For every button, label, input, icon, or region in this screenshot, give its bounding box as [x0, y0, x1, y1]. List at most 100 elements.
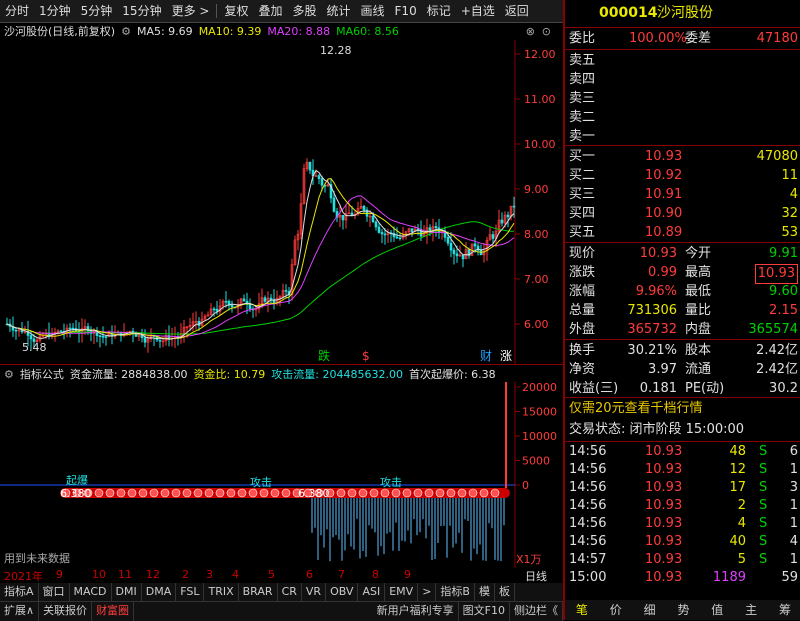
- marker-dollar[interactable]: $: [362, 349, 370, 363]
- candle-body: [371, 215, 375, 223]
- price-chart[interactable]: 12.00 11.00 10.00 9.00 8.00 7.00 6.00 12.28 5.…: [0, 40, 563, 365]
- tab-5[interactable]: FSL: [176, 583, 205, 601]
- toolbar-item-2[interactable]: 5分钟: [76, 0, 118, 22]
- tab-0[interactable]: 指标A: [0, 583, 39, 601]
- trade-status: 交易状态: 闭市阶段 15:00:00: [569, 422, 745, 437]
- signal-dot: [281, 488, 291, 498]
- toolbar-item-12[interactable]: +自选: [456, 0, 500, 22]
- tab-6[interactable]: TRIX: [204, 583, 239, 601]
- tab-12[interactable]: EMV: [385, 583, 419, 601]
- signal-dot: [226, 488, 236, 498]
- attack-flow: 攻击流量: 204485632.00: [271, 368, 403, 381]
- month-label: 11: [118, 568, 132, 581]
- settings-icon[interactable]: ⚙: [121, 25, 131, 38]
- price-tick: 7.00: [524, 273, 549, 286]
- price-tick: 10.00: [524, 138, 556, 151]
- toolbar-item-4[interactable]: 更多 >: [167, 0, 215, 22]
- panel-tab-3[interactable]: 势: [677, 600, 689, 620]
- bottom-tab-0[interactable]: 扩展∧: [0, 602, 40, 621]
- toolbar-item-6[interactable]: 叠加: [253, 0, 287, 22]
- month-label: 8: [372, 568, 379, 581]
- signal-dot: [160, 488, 170, 498]
- bottom-right-2[interactable]: 侧边栏《: [510, 602, 563, 621]
- tab-16[interactable]: 板: [495, 583, 515, 601]
- toolbar-item-7[interactable]: 多股: [287, 0, 321, 22]
- indicator-chart[interactable]: 20000 15000 10000 5000 0 起爆 攻击 攻击 6.380 6.38…: [0, 382, 563, 568]
- panel-tab-6[interactable]: 筹: [779, 600, 791, 620]
- weibi-value: 100.00%: [629, 31, 687, 46]
- indicator-name: 指标公式: [19, 368, 64, 381]
- toolbar-item-13[interactable]: 返回: [500, 0, 534, 22]
- candle-body: [398, 237, 402, 240]
- toolbar-item-3[interactable]: 15分钟: [117, 0, 166, 22]
- tab-9[interactable]: VR: [302, 583, 327, 601]
- tab-11[interactable]: ASI: [358, 583, 386, 601]
- panel-tab-0[interactable]: 笔: [576, 600, 588, 620]
- close-icon[interactable]: ⊗: [526, 25, 535, 38]
- sell-label: 卖二: [569, 110, 596, 125]
- toolbar-item-8[interactable]: 统计: [322, 0, 356, 22]
- tab-7[interactable]: BRAR: [239, 583, 278, 601]
- signal-dot: [347, 488, 357, 498]
- panel-tab-2[interactable]: 细: [644, 600, 656, 620]
- tab-15[interactable]: 模: [475, 583, 495, 601]
- marker-die[interactable]: 跌: [318, 348, 330, 363]
- ind-tick: 10000: [522, 430, 557, 443]
- tick-time: 14:56: [569, 534, 607, 549]
- panel-tab-4[interactable]: 值: [711, 600, 723, 620]
- buy-label: 买三: [569, 187, 596, 202]
- bottom-tab-1[interactable]: 关联报价: [39, 602, 93, 621]
- stat-label: 量比: [685, 303, 712, 318]
- tab-1[interactable]: 窗口: [39, 583, 70, 601]
- toolbar-item-10[interactable]: F10: [390, 0, 422, 22]
- settings-icon[interactable]: ⚙: [4, 368, 14, 381]
- tick-time: 14:56: [569, 480, 607, 495]
- candle-body: [395, 236, 399, 239]
- tab-10[interactable]: OBV: [326, 583, 359, 601]
- period-mode[interactable]: 日线: [525, 568, 547, 584]
- toolbar-item-1[interactable]: 1分钟: [34, 0, 76, 22]
- panel-tab-1[interactable]: 价: [610, 600, 622, 620]
- stat-value: 10.93: [754, 264, 798, 284]
- stat-label: 涨幅: [569, 284, 596, 299]
- panel-tab-5[interactable]: 主: [745, 600, 757, 620]
- price-tick: 8.00: [524, 228, 549, 241]
- marker-zhang[interactable]: 涨: [500, 348, 512, 363]
- ind-tick: 0: [522, 479, 529, 492]
- year-label: 2021年: [4, 570, 43, 583]
- price-tick: 12.00: [524, 48, 556, 61]
- candle-body: [308, 161, 312, 171]
- tab-2[interactable]: MACD: [70, 583, 112, 601]
- arrow-icon[interactable]: ⊙: [542, 25, 551, 38]
- signal-dot: [182, 488, 192, 498]
- tab-4[interactable]: DMA: [142, 583, 177, 601]
- bottom-tab-2[interactable]: 财富圈: [92, 602, 135, 621]
- signal-dot: [237, 488, 247, 498]
- signal-dot: [259, 488, 269, 498]
- price-tick: 6.00: [524, 318, 549, 331]
- tab-13[interactable]: >: [418, 583, 437, 601]
- ind-tick: 5000: [522, 455, 550, 468]
- sell-label: 卖三: [569, 91, 596, 106]
- bottom-right-1[interactable]: 图文F10: [459, 602, 510, 621]
- signal-dot: [204, 488, 214, 498]
- signal-dot: [479, 488, 489, 498]
- marker-cai[interactable]: 财: [480, 349, 492, 363]
- tab-8[interactable]: CR: [278, 583, 302, 601]
- promo-text[interactable]: 仅需20元查看千档行情: [569, 400, 703, 418]
- tick-time: 14:57: [569, 552, 607, 567]
- toolbar-item-9[interactable]: 画线: [356, 0, 390, 22]
- toolbar-item-5[interactable]: 复权: [219, 0, 253, 22]
- tab-14[interactable]: 指标B: [436, 583, 475, 601]
- toolbar-item-0[interactable]: 分时: [0, 0, 34, 22]
- tick-volume: 40: [729, 534, 746, 549]
- stat-value: 9.60: [769, 284, 798, 299]
- high-label: 12.28: [320, 44, 352, 57]
- tick-count: 3: [789, 480, 798, 495]
- tick-time: 14:56: [569, 516, 607, 531]
- candle-body: [230, 304, 234, 308]
- buy-volume: 53: [781, 225, 798, 240]
- toolbar-item-11[interactable]: 标记: [422, 0, 456, 22]
- tab-3[interactable]: DMI: [112, 583, 142, 601]
- bottom-right-0[interactable]: 新用户福利专享: [373, 602, 459, 621]
